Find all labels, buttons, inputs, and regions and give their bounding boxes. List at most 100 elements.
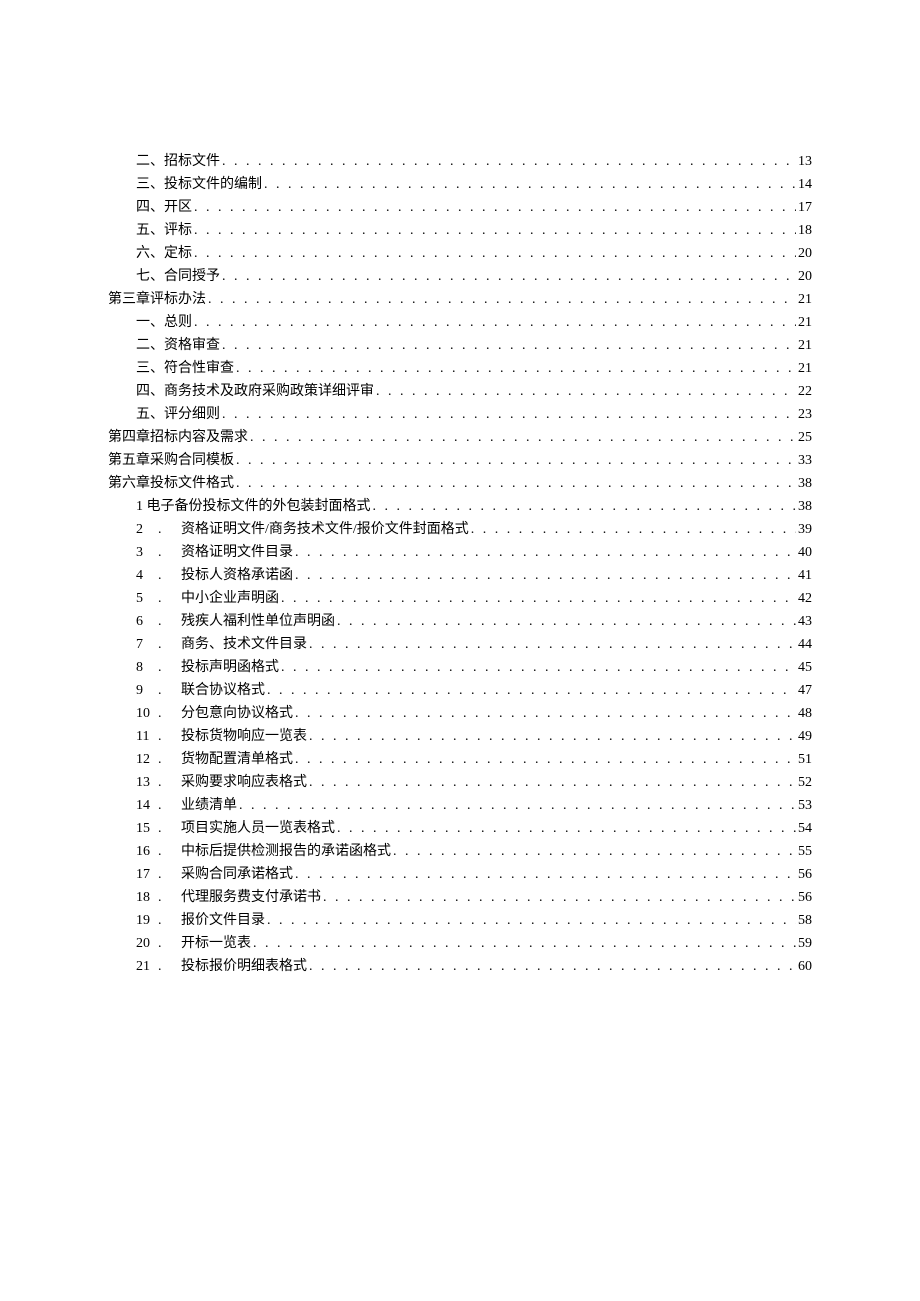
toc-entry-title: 七、合同授予 <box>136 265 220 288</box>
toc-entry-title: 20.开标一览表 <box>136 932 251 955</box>
toc-entry-title: 六、定标 <box>136 242 192 265</box>
toc-leader-dots <box>337 610 796 633</box>
toc-entry: 16.中标后提供检测报告的承诺函格式55 <box>108 840 812 863</box>
toc-leader-dots <box>281 656 796 679</box>
toc-entry-page: 21 <box>798 288 812 311</box>
toc-entry-page: 41 <box>798 564 812 587</box>
toc-leader-dots <box>376 380 796 403</box>
toc-entry-page: 25 <box>798 426 812 449</box>
toc-entry: 8.投标声明函格式45 <box>108 656 812 679</box>
toc-entry: 七、合同授予 20 <box>108 265 812 288</box>
toc-leader-dots <box>194 196 796 219</box>
toc-entry-title: 18.代理服务费支付承诺书 <box>136 886 321 909</box>
toc-entry: 14.业绩清单 53 <box>108 794 812 817</box>
toc-leader-dots <box>471 518 796 541</box>
toc-entry: 9.联合协议格式47 <box>108 679 812 702</box>
toc-entry-title: 2.资格证明文件/商务技术文件/报价文件封面格式 <box>136 518 469 541</box>
toc-leader-dots <box>222 334 796 357</box>
toc-entry-title: 四、开区 <box>136 196 192 219</box>
toc-entry: 一、总则 21 <box>108 311 812 334</box>
toc-entry-title: 一、总则 <box>136 311 192 334</box>
toc-leader-dots <box>194 219 796 242</box>
toc-entry-title: 二、招标文件 <box>136 150 220 173</box>
toc-entry-title: 6.残疾人福利性单位声明函 <box>136 610 335 633</box>
toc-entry-page: 56 <box>798 863 812 886</box>
toc-entry-page: 21 <box>798 357 812 380</box>
toc-entry-title: 三、投标文件的编制 <box>136 173 262 196</box>
toc-entry: 三、符合性审查 21 <box>108 357 812 380</box>
toc-entry-page: 47 <box>798 679 812 702</box>
toc-entry-page: 33 <box>798 449 812 472</box>
toc-entry-title: 第五章采购合同模板 <box>108 449 234 472</box>
toc-entry: 1 电子备份投标文件的外包装封面格式38 <box>108 495 812 518</box>
toc-entry-page: 56 <box>798 886 812 909</box>
toc-entry: 15.项目实施人员一览表格式54 <box>108 817 812 840</box>
toc-leader-dots <box>236 357 796 380</box>
toc-leader-dots <box>323 886 796 909</box>
toc-entry: 20.开标一览表59 <box>108 932 812 955</box>
toc-leader-dots <box>309 725 796 748</box>
toc-leader-dots <box>239 794 796 817</box>
toc-entry: 第四章招标内容及需求25 <box>108 426 812 449</box>
toc-leader-dots <box>236 449 796 472</box>
toc-leader-dots <box>194 311 796 334</box>
toc-leader-dots <box>194 242 796 265</box>
toc-leader-dots <box>393 840 796 863</box>
toc-entry: 第五章采购合同模板 33 <box>108 449 812 472</box>
toc-entry-title: 五、评标 <box>136 219 192 242</box>
toc-leader-dots <box>236 472 796 495</box>
toc-leader-dots <box>267 909 796 932</box>
toc-entry-page: 39 <box>798 518 812 541</box>
toc-entry: 19.报价文件目录 58 <box>108 909 812 932</box>
toc-entry-page: 53 <box>798 794 812 817</box>
toc-entry-page: 13 <box>798 150 812 173</box>
toc-leader-dots <box>222 265 796 288</box>
toc-entry: 3.资格证明文件目录40 <box>108 541 812 564</box>
toc-entry-title: 21.投标报价明细表格式 <box>136 955 307 978</box>
toc-entry-page: 60 <box>798 955 812 978</box>
toc-leader-dots <box>309 633 796 656</box>
toc-entry: 13.采购要求响应表格式52 <box>108 771 812 794</box>
toc-entry-title: 10.分包意向协议格式 <box>136 702 293 725</box>
toc-entry-title: 19.报价文件目录 <box>136 909 265 932</box>
toc-entry: 6.残疾人福利性单位声明函 43 <box>108 610 812 633</box>
toc-leader-dots <box>295 564 796 587</box>
toc-leader-dots <box>250 426 796 449</box>
toc-leader-dots <box>295 748 796 771</box>
toc-entry: 21.投标报价明细表格式 60 <box>108 955 812 978</box>
toc-entry-page: 54 <box>798 817 812 840</box>
toc-entry-title: 12.货物配置清单格式 <box>136 748 293 771</box>
toc-entry: 第三章评标办法21 <box>108 288 812 311</box>
toc-entry-title: 四、商务技术及政府采购政策详细评审 <box>136 380 374 403</box>
toc-leader-dots <box>373 495 797 518</box>
toc-entry-page: 43 <box>798 610 812 633</box>
toc-entry-page: 20 <box>798 265 812 288</box>
toc-entry-page: 20 <box>798 242 812 265</box>
toc-entry-page: 21 <box>798 334 812 357</box>
toc-entry-title: 五、评分细则 <box>136 403 220 426</box>
toc-entry-title: 14.业绩清单 <box>136 794 237 817</box>
toc-leader-dots <box>222 150 796 173</box>
toc-leader-dots <box>309 955 796 978</box>
toc-entry-page: 38 <box>798 495 812 518</box>
toc-entry-title: 三、符合性审查 <box>136 357 234 380</box>
toc-entry-page: 52 <box>798 771 812 794</box>
toc-leader-dots <box>337 817 796 840</box>
toc-entry: 7.商务、技术文件目录44 <box>108 633 812 656</box>
toc-entry-page: 22 <box>798 380 812 403</box>
toc-entry-page: 45 <box>798 656 812 679</box>
toc-entry: 五、评标18 <box>108 219 812 242</box>
toc-entry: 第六章投标文件格式38 <box>108 472 812 495</box>
toc-entry-title: 11.投标货物响应一览表 <box>136 725 307 748</box>
toc-entry-page: 58 <box>798 909 812 932</box>
toc-leader-dots <box>295 541 796 564</box>
toc-entry: 二、资格审查21 <box>108 334 812 357</box>
toc-entry-title: 16.中标后提供检测报告的承诺函格式 <box>136 840 391 863</box>
toc-entry-title: 5.中小企业声明函 <box>136 587 279 610</box>
toc-entry: 六、定标 20 <box>108 242 812 265</box>
toc-leader-dots <box>281 587 796 610</box>
toc-entry-page: 42 <box>798 587 812 610</box>
toc-leader-dots <box>295 863 796 886</box>
toc-entry-title: 17.采购合同承诺格式 <box>136 863 293 886</box>
toc-entry-page: 21 <box>798 311 812 334</box>
